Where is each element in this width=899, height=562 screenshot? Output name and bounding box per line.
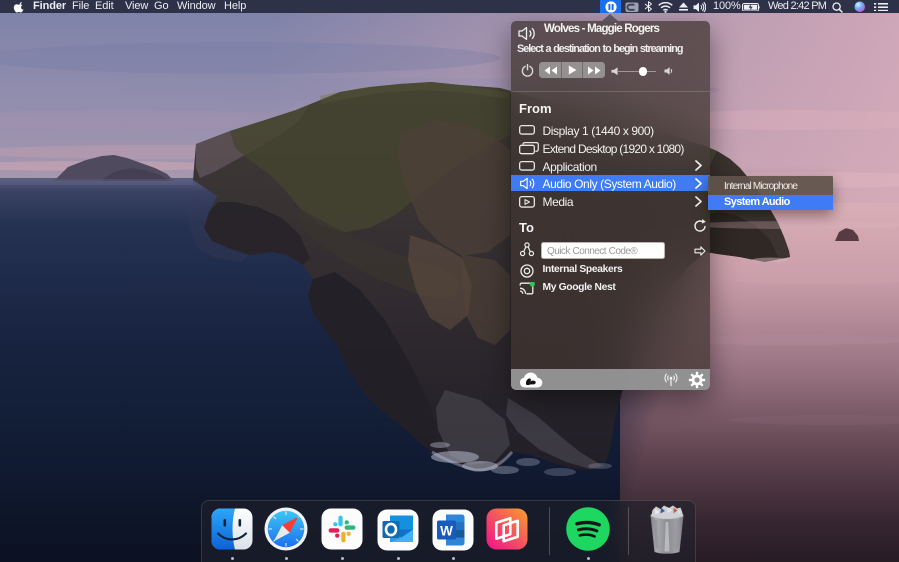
svg-text:W: W bbox=[440, 524, 453, 539]
